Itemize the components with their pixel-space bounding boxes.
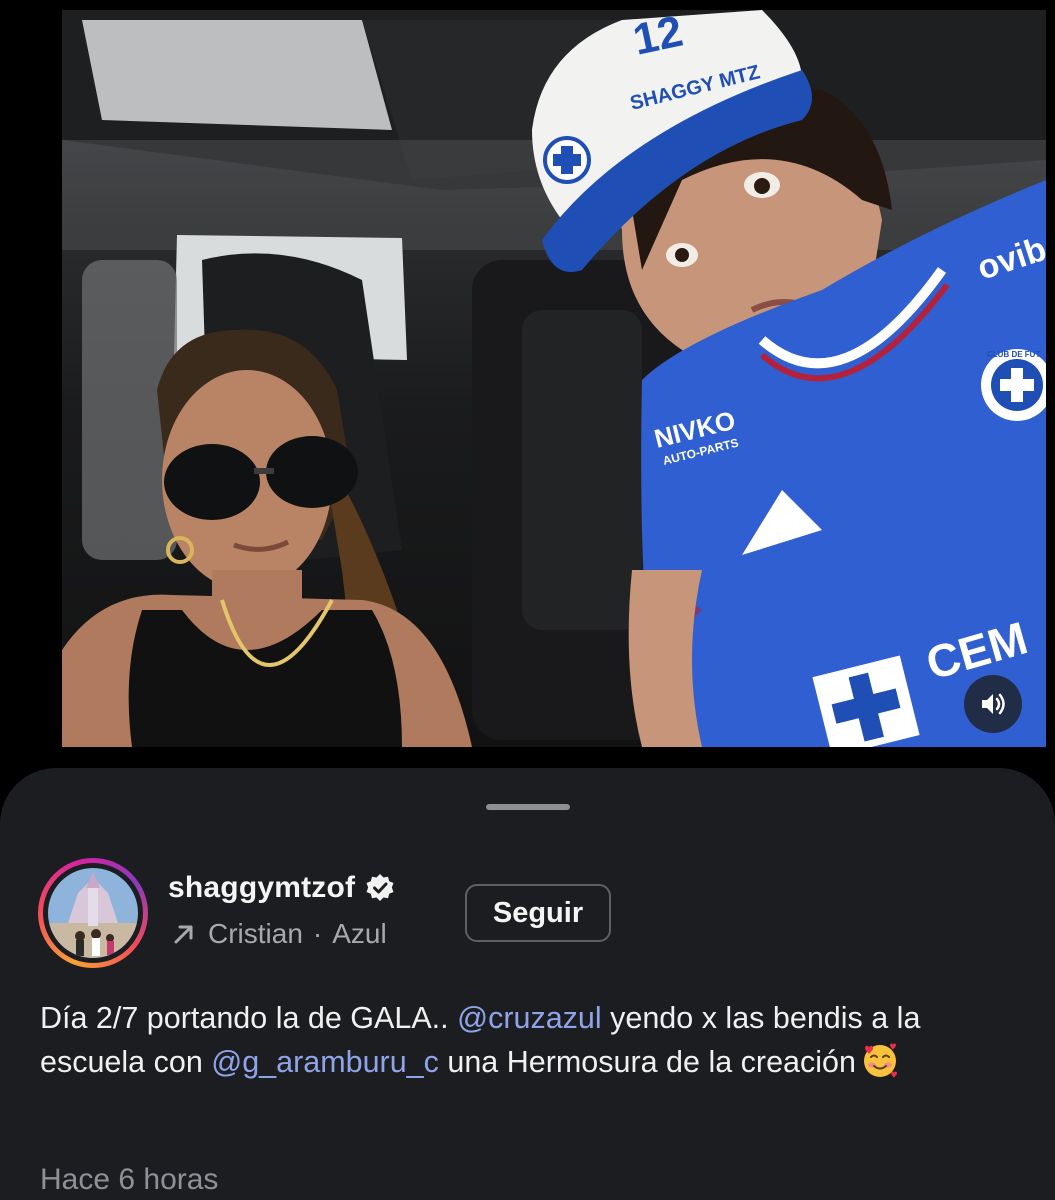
video-frame: 12 SHAGGY MTZ NIVKO AUTO-PARTS ovib CLUB…	[62, 10, 1046, 747]
audio-attribution[interactable]: Cristian · Azul	[170, 914, 387, 954]
username-row: shaggymtzof	[168, 866, 395, 910]
post-info-sheet	[0, 768, 1055, 1200]
post-caption: Día 2/7 portando la de GALA.. @cruzazul …	[40, 996, 1025, 1084]
jersey-crest-text: CLUB DE FUT	[987, 350, 1040, 359]
mention-cruzazul[interactable]: @cruzazul	[457, 1001, 602, 1035]
post-timestamp: Hace 6 horas	[40, 1163, 219, 1196]
mention-g-aramburu-c[interactable]: @g_aramburu_c	[211, 1045, 439, 1079]
reel-video[interactable]: 12 SHAGGY MTZ NIVKO AUTO-PARTS ovib CLUB…	[62, 10, 1046, 747]
follow-button[interactable]: Seguir	[465, 884, 611, 942]
speaker-volume-icon	[982, 693, 1005, 715]
caption-text-3: una Hermosura de la creación	[438, 1045, 856, 1079]
audio-artist: Azul	[332, 918, 387, 949]
caption-text-1: Día 2/7 portando la de GALA..	[40, 1001, 458, 1035]
avatar[interactable]	[48, 868, 138, 958]
audio-separator: ·	[312, 918, 323, 949]
reel-page: 12 SHAGGY MTZ NIVKO AUTO-PARTS ovib CLUB…	[0, 0, 1055, 1200]
username[interactable]: shaggymtzof	[168, 871, 355, 905]
smiling-face-with-hearts-icon	[863, 1043, 897, 1078]
story-ring[interactable]	[38, 858, 148, 968]
sheet-grabber[interactable]	[486, 804, 570, 810]
sound-toggle-button[interactable]	[964, 675, 1022, 733]
arrow-up-right-icon	[174, 925, 193, 944]
avatar-image	[48, 868, 138, 958]
audio-name: Cristian	[208, 918, 303, 949]
avatar-gap	[43, 863, 143, 963]
verified-badge-icon	[366, 874, 394, 901]
